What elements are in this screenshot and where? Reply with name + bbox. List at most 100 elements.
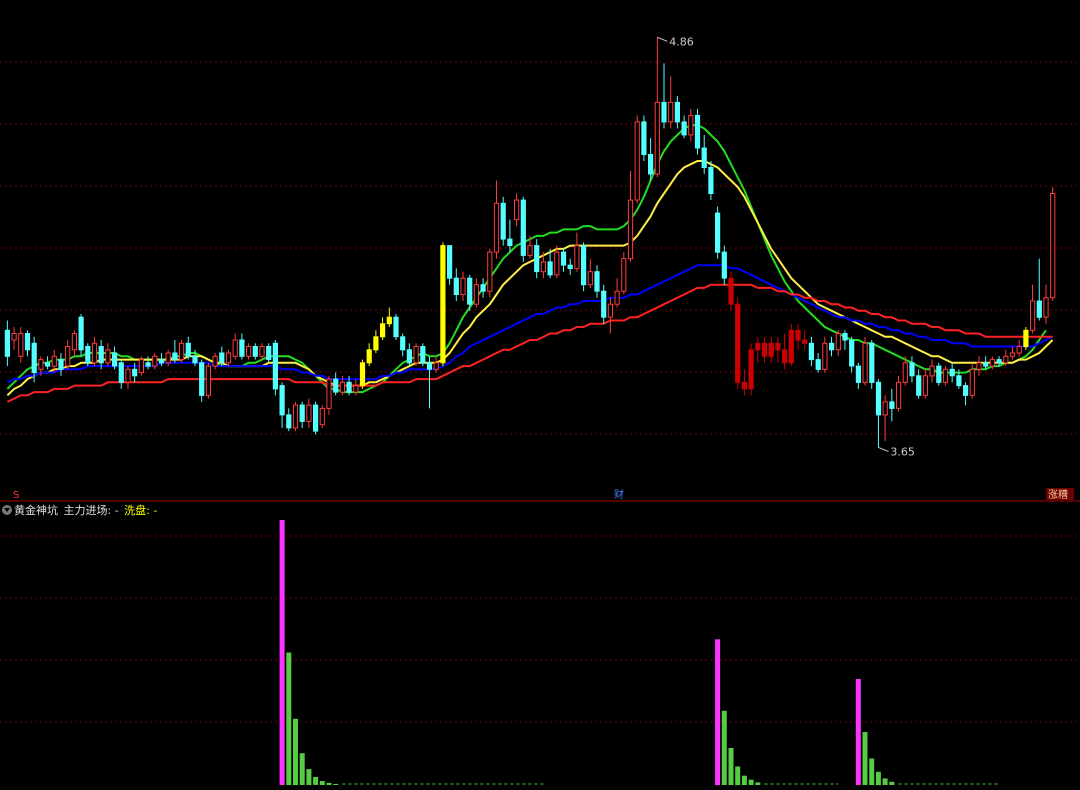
candle-body — [105, 349, 111, 364]
candle-body — [889, 401, 895, 409]
candle-body — [45, 362, 51, 367]
candle-body — [634, 121, 640, 201]
candle-body — [601, 290, 607, 318]
candle-body — [581, 245, 587, 286]
candle-body — [815, 359, 821, 370]
candle-body — [936, 365, 942, 383]
ma-line-ma4 — [6, 283, 1053, 403]
candle-body — [219, 352, 225, 364]
candle-body — [681, 121, 687, 136]
candle-body — [909, 362, 915, 377]
candle-body — [205, 365, 212, 396]
candle-body — [976, 362, 982, 370]
candle-body — [782, 349, 788, 364]
candle-body — [467, 277, 473, 305]
candle-body — [393, 316, 399, 338]
low-price-label: 3.65 — [890, 445, 915, 458]
indicator-name: 黄金神坑 — [14, 504, 58, 517]
candle-body — [929, 365, 935, 377]
indicator-bar — [728, 747, 734, 785]
candle-body — [380, 323, 386, 338]
candle-body — [1030, 300, 1036, 331]
indicator-bar — [306, 769, 312, 785]
candle-body — [266, 346, 272, 360]
candle-body — [172, 352, 178, 360]
candle-body — [152, 355, 158, 367]
candle-body — [694, 114, 701, 149]
collapse-icon[interactable] — [2, 505, 12, 515]
indicator-bar — [293, 718, 298, 786]
candle-body — [51, 355, 57, 367]
candle-body — [447, 245, 453, 279]
candle-body — [333, 378, 339, 393]
candle-body — [112, 352, 118, 367]
candle-body — [949, 368, 955, 377]
candle-body — [701, 147, 707, 168]
candle-body — [433, 362, 439, 370]
candle-body — [493, 202, 500, 253]
candle-body — [31, 342, 37, 374]
candle-body — [761, 342, 768, 357]
tag-financial: 财 — [614, 488, 624, 501]
indicator-bar — [882, 778, 888, 785]
candle-body — [118, 362, 124, 383]
moving-average-lines — [6, 124, 1054, 403]
candle-body — [158, 359, 165, 364]
candle-body — [339, 381, 345, 393]
indicator-bar — [333, 783, 339, 785]
candle-body — [507, 238, 513, 247]
candle-body — [540, 261, 546, 273]
candle-body — [259, 346, 265, 357]
candle-body — [400, 336, 406, 351]
candle-body — [554, 251, 560, 276]
stock-chart[interactable]: 4.86 3.65 S 财 涨糟 — [0, 0, 1080, 790]
candle-body — [641, 121, 647, 155]
candle-body — [373, 336, 379, 351]
indicator-bar — [862, 732, 868, 785]
candle-body — [1036, 300, 1042, 318]
candle-body — [1003, 355, 1009, 364]
candle-body — [386, 316, 392, 325]
candle-body — [822, 342, 828, 370]
candle-body — [574, 245, 580, 269]
candle-body — [225, 352, 232, 364]
candle-body — [1043, 297, 1049, 318]
candle-body — [721, 251, 727, 279]
candle-body — [473, 284, 479, 305]
indicator-bar — [735, 766, 741, 786]
candle-body — [621, 258, 627, 292]
candle-body — [460, 277, 466, 296]
candle-body — [85, 346, 91, 364]
candle-body — [313, 404, 319, 432]
candle-body — [922, 375, 928, 396]
high-price-marker: 4.86 — [657, 35, 694, 48]
candle-body — [78, 316, 84, 351]
candle-body — [306, 404, 312, 422]
candle-body — [587, 271, 593, 286]
candle-body — [413, 346, 419, 364]
indicator-bar — [319, 781, 325, 785]
candle-body — [956, 375, 962, 387]
candle-body — [292, 404, 299, 429]
candle-body — [480, 284, 486, 292]
candle-body — [996, 359, 1002, 364]
candle-body — [199, 362, 205, 396]
candle-body — [755, 342, 761, 351]
candle-body — [420, 346, 426, 364]
wash-label: 洗盘: - — [124, 504, 158, 517]
candle-body — [500, 202, 506, 240]
tag-limit: 涨糟 — [1048, 488, 1068, 501]
candle-body — [614, 290, 620, 305]
candle-body — [125, 368, 131, 383]
candle-body — [728, 277, 734, 305]
candle-body — [98, 346, 104, 364]
candle-body — [38, 359, 44, 370]
candle-body — [788, 329, 794, 364]
candle-body — [547, 261, 553, 276]
candle-body — [627, 199, 634, 260]
candle-body — [279, 385, 285, 416]
indicator-bar — [326, 782, 332, 785]
candle-body — [326, 378, 332, 409]
candle-body — [869, 342, 875, 383]
indicator-bar — [313, 777, 319, 785]
